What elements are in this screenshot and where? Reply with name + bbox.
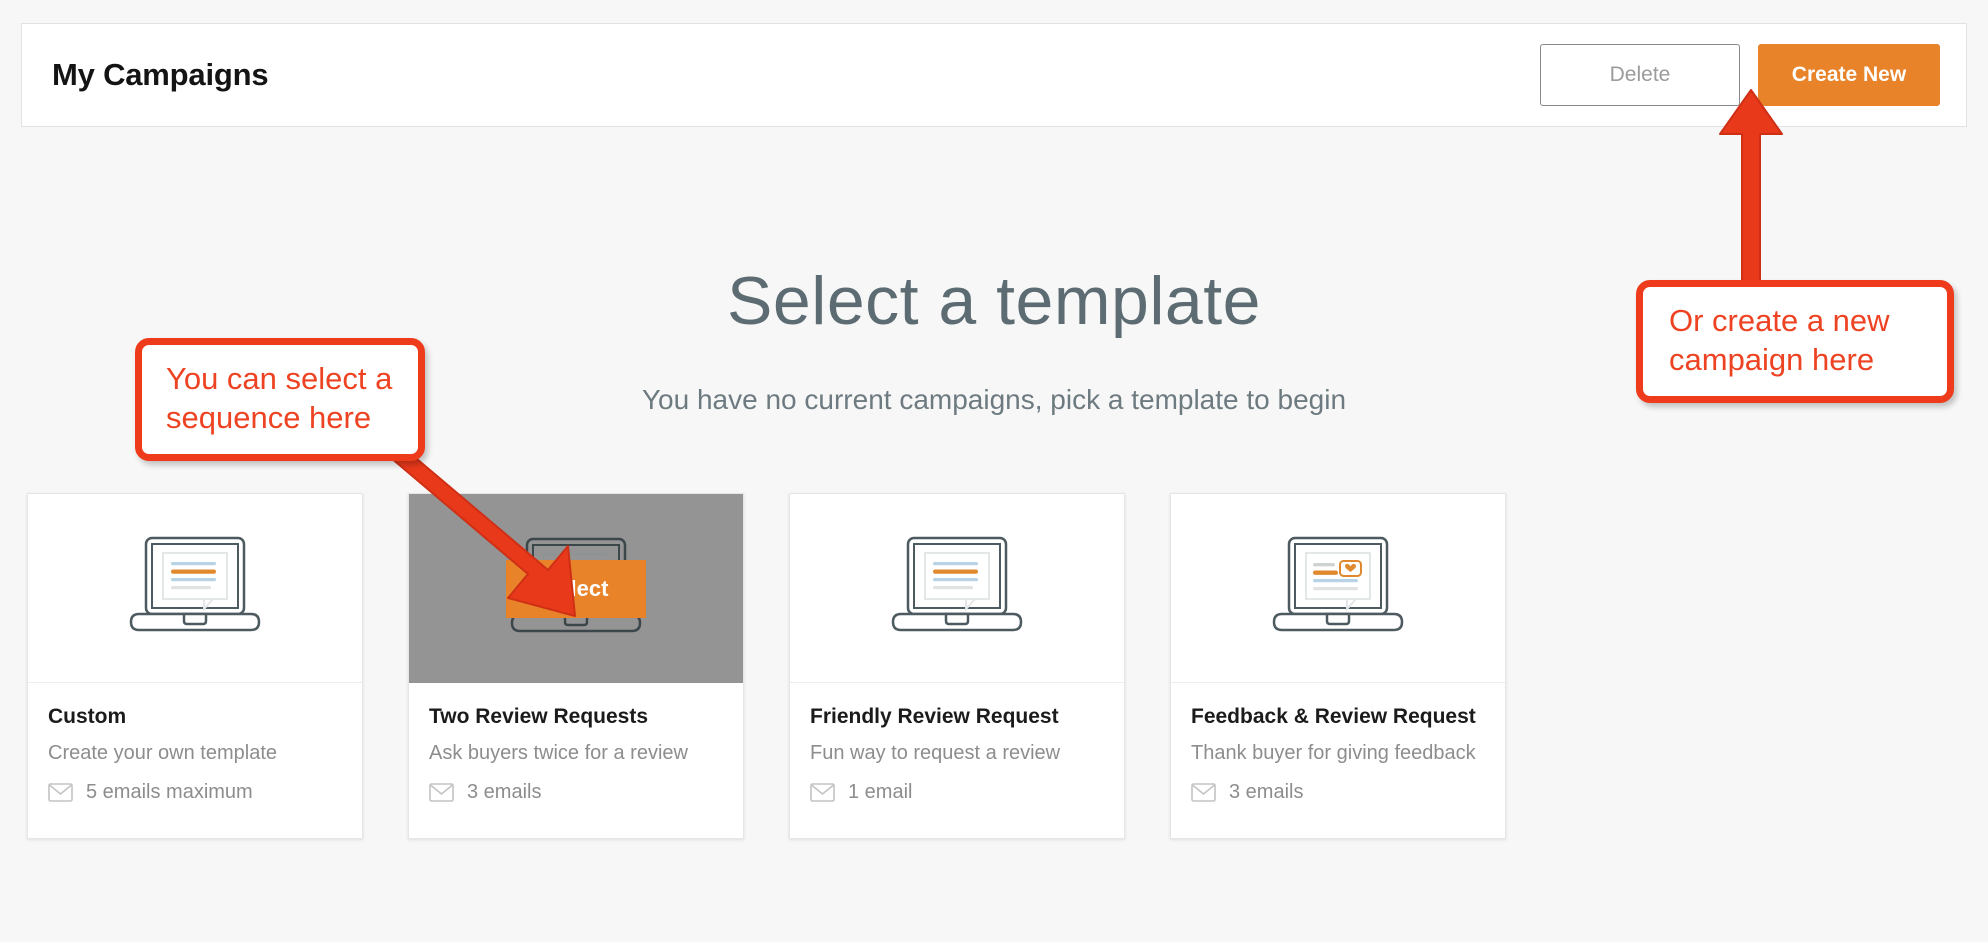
template-email-count: 5 emails maximum [48, 781, 342, 804]
page-header-bar: My Campaigns Delete Create New [21, 23, 1967, 127]
template-name: Two Review Requests [429, 705, 649, 728]
template-description: Fun way to request a review [810, 742, 1061, 764]
create-new-button[interactable]: Create New [1758, 44, 1940, 106]
email-count-label: 3 emails [467, 781, 542, 803]
template-card-two-review-requests[interactable]: Select Two Review Requests Ask buyers tw… [408, 493, 744, 839]
template-card-friendly-review-request[interactable]: Friendly Review Request Fun way to reque… [789, 493, 1125, 839]
annotation-callout-right: Or create a new campaign here [1636, 280, 1954, 403]
template-name: Feedback & Review Request [1191, 705, 1476, 728]
header-actions: Delete Create New [1540, 44, 1940, 106]
email-count-label: 5 emails maximum [86, 781, 253, 803]
template-thumbnail [1171, 494, 1505, 683]
template-card-body: Feedback & Review Request Thank buyer fo… [1171, 683, 1505, 838]
template-email-count: 3 emails [1191, 781, 1485, 804]
template-email-count: 3 emails [429, 781, 723, 804]
template-description: Thank buyer for giving feedback [1191, 742, 1476, 764]
page-title: My Campaigns [52, 57, 269, 92]
template-thumbnail [28, 494, 362, 683]
envelope-icon [48, 783, 73, 802]
template-name: Custom [48, 705, 127, 728]
template-card-feedback-review-request[interactable]: Feedback & Review Request Thank buyer fo… [1170, 493, 1506, 839]
page-root: My Campaigns Delete Create New Select a … [0, 0, 1988, 942]
envelope-icon [1191, 783, 1216, 802]
template-card-custom[interactable]: Custom Create your own template 5 emails… [27, 493, 363, 839]
template-description: Create your own template [48, 742, 278, 764]
email-count-label: 3 emails [1229, 781, 1304, 803]
envelope-icon [810, 783, 835, 802]
delete-button[interactable]: Delete [1540, 44, 1740, 106]
template-thumbnail [790, 494, 1124, 683]
template-name: Friendly Review Request [810, 705, 1059, 728]
template-email-count: 1 email [810, 781, 1104, 804]
envelope-icon [429, 783, 454, 802]
template-description: Ask buyers twice for a review [429, 742, 688, 764]
template-card-body: Two Review Requests Ask buyers twice for… [409, 683, 743, 838]
laptop-template-icon [891, 536, 1023, 632]
template-card-body: Friendly Review Request Fun way to reque… [790, 683, 1124, 838]
email-count-label: 1 email [848, 781, 913, 803]
select-template-button[interactable]: Select [506, 559, 646, 618]
laptop-template-heart-icon [1272, 536, 1404, 632]
template-thumbnail: Select [409, 494, 743, 683]
template-card-body: Custom Create your own template 5 emails… [28, 683, 362, 838]
annotation-callout-left: You can select a sequence here [135, 338, 425, 461]
template-card-grid: Custom Create your own template 5 emails… [27, 493, 1961, 839]
laptop-template-icon [129, 536, 261, 632]
